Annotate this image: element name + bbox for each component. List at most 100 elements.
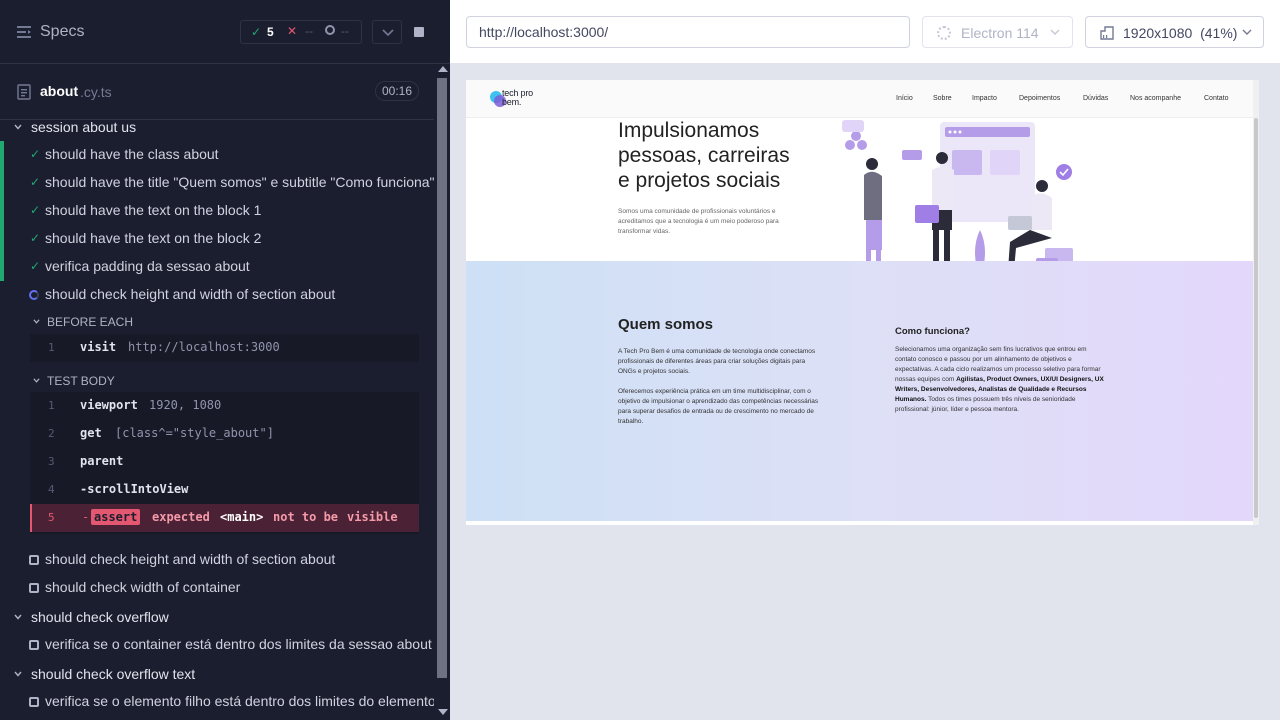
scroll-up-arrow-icon[interactable] [438, 66, 448, 72]
chevron-down-icon [1050, 29, 1060, 35]
pending-square-icon [29, 640, 39, 650]
command-number: 5 [48, 511, 55, 524]
command-arg: 1920, 1080 [149, 398, 222, 412]
reporter-header: Specs ✓ 5 ✕ -- -- [0, 0, 450, 64]
test-body-commands: 1 viewport 1920, 1080 2 get [class^="sty… [30, 392, 419, 534]
viewport-label: 1920x1080 (41%) [1123, 25, 1237, 41]
check-icon: ✓ [30, 203, 41, 217]
chevron-down-icon[interactable] [14, 613, 22, 621]
url-bar[interactable]: http://localhost:3000/ [466, 16, 910, 48]
command-row[interactable]: 2 get [class^="style_about"] [30, 420, 419, 448]
command-name: -scrollIntoView [80, 482, 189, 496]
x-icon: ✕ [287, 24, 298, 38]
app-preview-frame[interactable]: tech pro bem. Início Sobre Impacto Depoim… [466, 80, 1259, 525]
test-row-passed[interactable]: ✓ should have the text on the block 1 [0, 197, 434, 225]
spec-file-name: about [40, 83, 79, 99]
assert-badge: assert [91, 509, 141, 525]
chevron-down-icon[interactable] [14, 123, 22, 131]
nav-link-duvidas[interactable]: Dúvidas [1083, 95, 1108, 102]
quem-somos-text-1: A Tech Pro Bem é uma comunidade de tecno… [618, 348, 816, 375]
stop-icon [414, 27, 424, 37]
preview-toolbar: http://localhost:3000/ Electron 114 1920… [450, 0, 1280, 64]
specs-label[interactable]: Specs [40, 23, 84, 41]
viewport-ruler-icon [1100, 26, 1114, 40]
logo-text: tech pro bem. [502, 89, 533, 107]
suite-title[interactable]: session about us [31, 119, 136, 135]
command-row-failed[interactable]: 5 - assert expected <main> not to be vis… [30, 504, 419, 532]
quem-somos-text-2: Oferecemos experiência prática em um tim… [618, 388, 819, 425]
command-log-panel: Specs ✓ 5 ✕ -- -- about .cy.ts 00:16 ses… [0, 0, 450, 720]
command-row[interactable]: 1 visit http://localhost:3000 [30, 334, 419, 362]
nav-link-inicio[interactable]: Início [896, 95, 913, 102]
chevron-down-icon[interactable] [33, 377, 40, 384]
test-row-pending[interactable]: should check height and width of section… [0, 546, 434, 574]
pending-square-icon [29, 555, 39, 565]
collapse-all-button[interactable] [372, 20, 402, 44]
chevron-down-icon[interactable] [33, 318, 40, 325]
scrollbar-thumb[interactable] [437, 78, 447, 678]
passed-count: 5 [267, 25, 274, 39]
test-row-running[interactable]: should check height and width of section… [0, 281, 434, 309]
command-arg: [class^="style_about"] [115, 426, 274, 440]
pending-count: -- [341, 24, 349, 38]
test-row-passed[interactable]: ✓ verifica padding da sessao about [0, 253, 434, 281]
specs-list-icon[interactable] [17, 26, 31, 38]
passed-bar [0, 225, 4, 253]
nav-link-impacto[interactable]: Impacto [972, 95, 997, 102]
logo-line-2: bem. [502, 97, 522, 107]
command-name: viewport [80, 398, 138, 412]
test-label: should have the text on the block 1 [45, 202, 262, 218]
browser-select[interactable]: Electron 114 [922, 16, 1073, 48]
chevron-down-icon[interactable] [14, 670, 22, 678]
command-number: 1 [48, 399, 55, 412]
before-each-label[interactable]: BEFORE EACH [47, 315, 133, 329]
command-row[interactable]: 4 -scrollIntoView [30, 476, 419, 504]
command-row[interactable]: 3 parent [30, 448, 419, 476]
stop-button[interactable] [407, 20, 431, 44]
test-row-pending[interactable]: verifica se o elemento filho está dentro… [0, 688, 450, 716]
nav-link-nos-acompanhe[interactable]: Nos acompanhe [1130, 95, 1181, 102]
test-label: should check width of container [45, 579, 241, 595]
spinner-icon [29, 290, 39, 300]
viewport-select[interactable]: 1920x1080 (41%) [1085, 16, 1264, 48]
nav-link-depoimentos[interactable]: Depoimentos [1019, 95, 1060, 102]
passed-bar [0, 141, 4, 169]
command-arg: http://localhost:3000 [128, 340, 280, 354]
assert-message-expected: expected [152, 510, 210, 524]
nav-link-sobre[interactable]: Sobre [933, 95, 952, 102]
site-logo[interactable]: tech pro bem. [490, 89, 550, 109]
command-name: get [80, 426, 102, 440]
pending-circle-icon [325, 25, 335, 35]
check-icon: ✓ [30, 147, 41, 161]
command-name: parent [80, 454, 124, 468]
command-row[interactable]: 1 viewport 1920, 1080 [30, 392, 419, 420]
hero-subtitle: Somos uma comunidade de profissionais vo… [618, 208, 779, 235]
command-number: 3 [48, 455, 55, 468]
site-navbar: tech pro bem. Início Sobre Impacto Depoim… [466, 80, 1253, 118]
run-timer: 00:16 [375, 81, 419, 101]
test-row-pending[interactable]: should check width of container [0, 574, 434, 602]
como-funciona-text: Selecionamos uma organização sem fins lu… [895, 345, 1105, 415]
failed-count: -- [305, 24, 313, 38]
test-row-pending[interactable]: verifica se o container está dentro dos … [0, 631, 434, 659]
scroll-down-arrow-icon[interactable] [438, 709, 448, 715]
test-label: verifica se o elemento filho está dentro… [45, 693, 450, 709]
assert-message-negation: not to be [273, 510, 339, 524]
test-body-label[interactable]: TEST BODY [47, 374, 115, 388]
test-row-passed[interactable]: ✓ should have the class about [0, 141, 434, 169]
command-number: 2 [48, 427, 55, 440]
reporter-scrollbar[interactable] [434, 64, 450, 720]
test-label: should check height and width of section… [45, 286, 336, 302]
scrollbar-thumb[interactable] [1254, 118, 1258, 518]
nav-link-contato[interactable]: Contato [1204, 95, 1229, 102]
suite-title[interactable]: should check overflow [31, 609, 169, 625]
test-row-passed[interactable]: ✓ should have the title "Quem somos" e s… [0, 169, 435, 197]
viewport-scale: (41%) [1200, 25, 1238, 41]
test-label: should check height and width of section… [45, 551, 336, 567]
passed-bar [0, 253, 4, 281]
app-scrollbar[interactable] [1253, 80, 1259, 525]
como-funciona-title: Como funciona? [895, 326, 970, 337]
test-row-passed[interactable]: ✓ should have the text on the block 2 [0, 225, 434, 253]
before-each-commands: 1 visit http://localhost:3000 [30, 334, 419, 362]
suite-title[interactable]: should check overflow text [31, 666, 195, 682]
